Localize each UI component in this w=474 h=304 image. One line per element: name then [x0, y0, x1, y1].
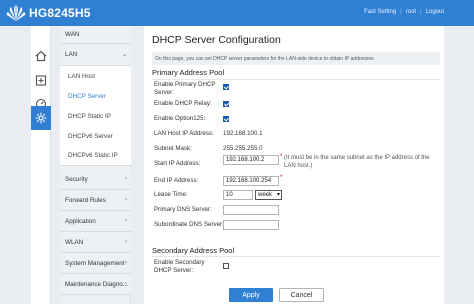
chevron-right-icon: › — [125, 218, 127, 224]
nav-dhcpv6-server[interactable]: DHCPv6 Server — [60, 126, 131, 146]
main-panel: DHCP Server Configuration On this page, … — [144, 26, 444, 304]
nav-maintenance[interactable]: Maintenance Diagno... › — [60, 274, 131, 295]
huawei-logo-icon — [6, 5, 26, 21]
lease-unit-select[interactable]: week — [255, 190, 282, 200]
nav-dhcp-static-ip[interactable]: DHCP Static IP — [60, 106, 131, 126]
lease-time-label: Lease Time: — [154, 191, 188, 198]
add-icon — [35, 75, 47, 86]
lan-host-ip-value: 192.168.100.1 — [223, 130, 263, 137]
page-description: On this page, you can set DHCP server pa… — [152, 52, 440, 65]
rail-add[interactable] — [31, 68, 51, 92]
primary-dns-input[interactable] — [223, 205, 279, 215]
nav-dhcp-server[interactable]: DHCP Server — [60, 86, 131, 106]
sidebar-nav: WAN LAN ⌄ LAN Host DHCP Server DHCP Stati… — [60, 26, 131, 304]
subnet-mask-label: Subnet Mask: — [154, 145, 192, 152]
user-link[interactable]: root — [406, 9, 416, 15]
enable-primary-checkbox[interactable] — [223, 84, 229, 90]
logout-link[interactable]: Logout — [426, 9, 444, 15]
nav-system-management[interactable]: System Management › — [60, 253, 131, 274]
top-bar: HG8245H5 Fast Setting | root | Logout — [0, 0, 474, 26]
start-ip-input[interactable]: 192.168.100.2 — [223, 155, 279, 165]
icon-rail — [31, 26, 51, 304]
chevron-right-icon: › — [125, 281, 127, 287]
header-links: Fast Setting | root | Logout — [364, 9, 444, 15]
nav-dhcpv6-static-ip[interactable]: DHCPv6 Static IP — [60, 146, 131, 166]
chevron-right-icon: › — [125, 176, 127, 182]
start-ip-label: Start IP Address: — [154, 160, 201, 167]
device-model: HG8245H5 — [29, 6, 91, 20]
home-icon — [35, 50, 47, 62]
chevron-right-icon: › — [125, 239, 127, 245]
lease-time-input[interactable]: 10 — [223, 190, 253, 200]
nav-wan[interactable]: WAN — [60, 26, 131, 44]
enable-secondary-label: Enable Secondary DHCP Server: — [154, 259, 205, 274]
nav-lan[interactable]: LAN ⌄ — [60, 44, 131, 66]
required-mark: * — [280, 154, 283, 160]
rail-home[interactable] — [31, 44, 51, 68]
secondary-dns-label: Subordinate DNS Server: — [154, 221, 224, 228]
end-ip-label: End IP Address: — [154, 177, 199, 184]
chevron-down-icon: ⌄ — [121, 52, 127, 58]
page-title: DHCP Server Configuration — [152, 34, 281, 46]
nav-wlan[interactable]: WLAN › — [60, 232, 131, 253]
apply-button[interactable]: Apply — [229, 288, 273, 302]
enable-relay-label: Enable DHCP Relay: — [154, 100, 212, 107]
fast-setting-link[interactable]: Fast Setting — [364, 9, 396, 15]
enable-relay-checkbox[interactable] — [223, 101, 229, 107]
nav-application[interactable]: Application › — [60, 211, 131, 232]
secondary-pool-title: Secondary Address Pool — [152, 246, 235, 255]
enable-option125-checkbox[interactable] — [223, 116, 229, 122]
start-ip-hint: (It must be in the same subnet as the IP… — [284, 155, 430, 169]
cancel-button[interactable]: Cancel — [279, 288, 324, 302]
divider — [152, 256, 440, 257]
divider — [152, 79, 440, 80]
end-ip-input[interactable]: 192.168.100.254 — [223, 176, 279, 186]
lan-host-ip-label: LAN Host IP Address: — [154, 130, 214, 137]
required-mark: * — [280, 175, 283, 181]
nav-security[interactable]: Security › — [60, 169, 131, 190]
chevron-right-icon: › — [125, 197, 127, 203]
subnet-mask-value: 255.255.255.0 — [223, 145, 263, 152]
enable-secondary-checkbox[interactable] — [223, 263, 229, 269]
nav-forward-rules[interactable]: Forward Rules › — [60, 190, 131, 211]
secondary-dns-input[interactable] — [223, 220, 279, 230]
primary-pool-title: Primary Address Pool — [152, 68, 225, 77]
primary-dns-label: Primary DNS Server: — [154, 206, 212, 213]
enable-option125-label: Enable Option125: — [154, 115, 206, 122]
gear-icon — [35, 112, 47, 124]
enable-primary-label: Enable Primary DHCP Server: — [154, 81, 216, 96]
chevron-right-icon: › — [125, 260, 127, 266]
rail-advanced[interactable] — [31, 106, 51, 130]
nav-lan-host[interactable]: LAN Host — [60, 66, 131, 86]
